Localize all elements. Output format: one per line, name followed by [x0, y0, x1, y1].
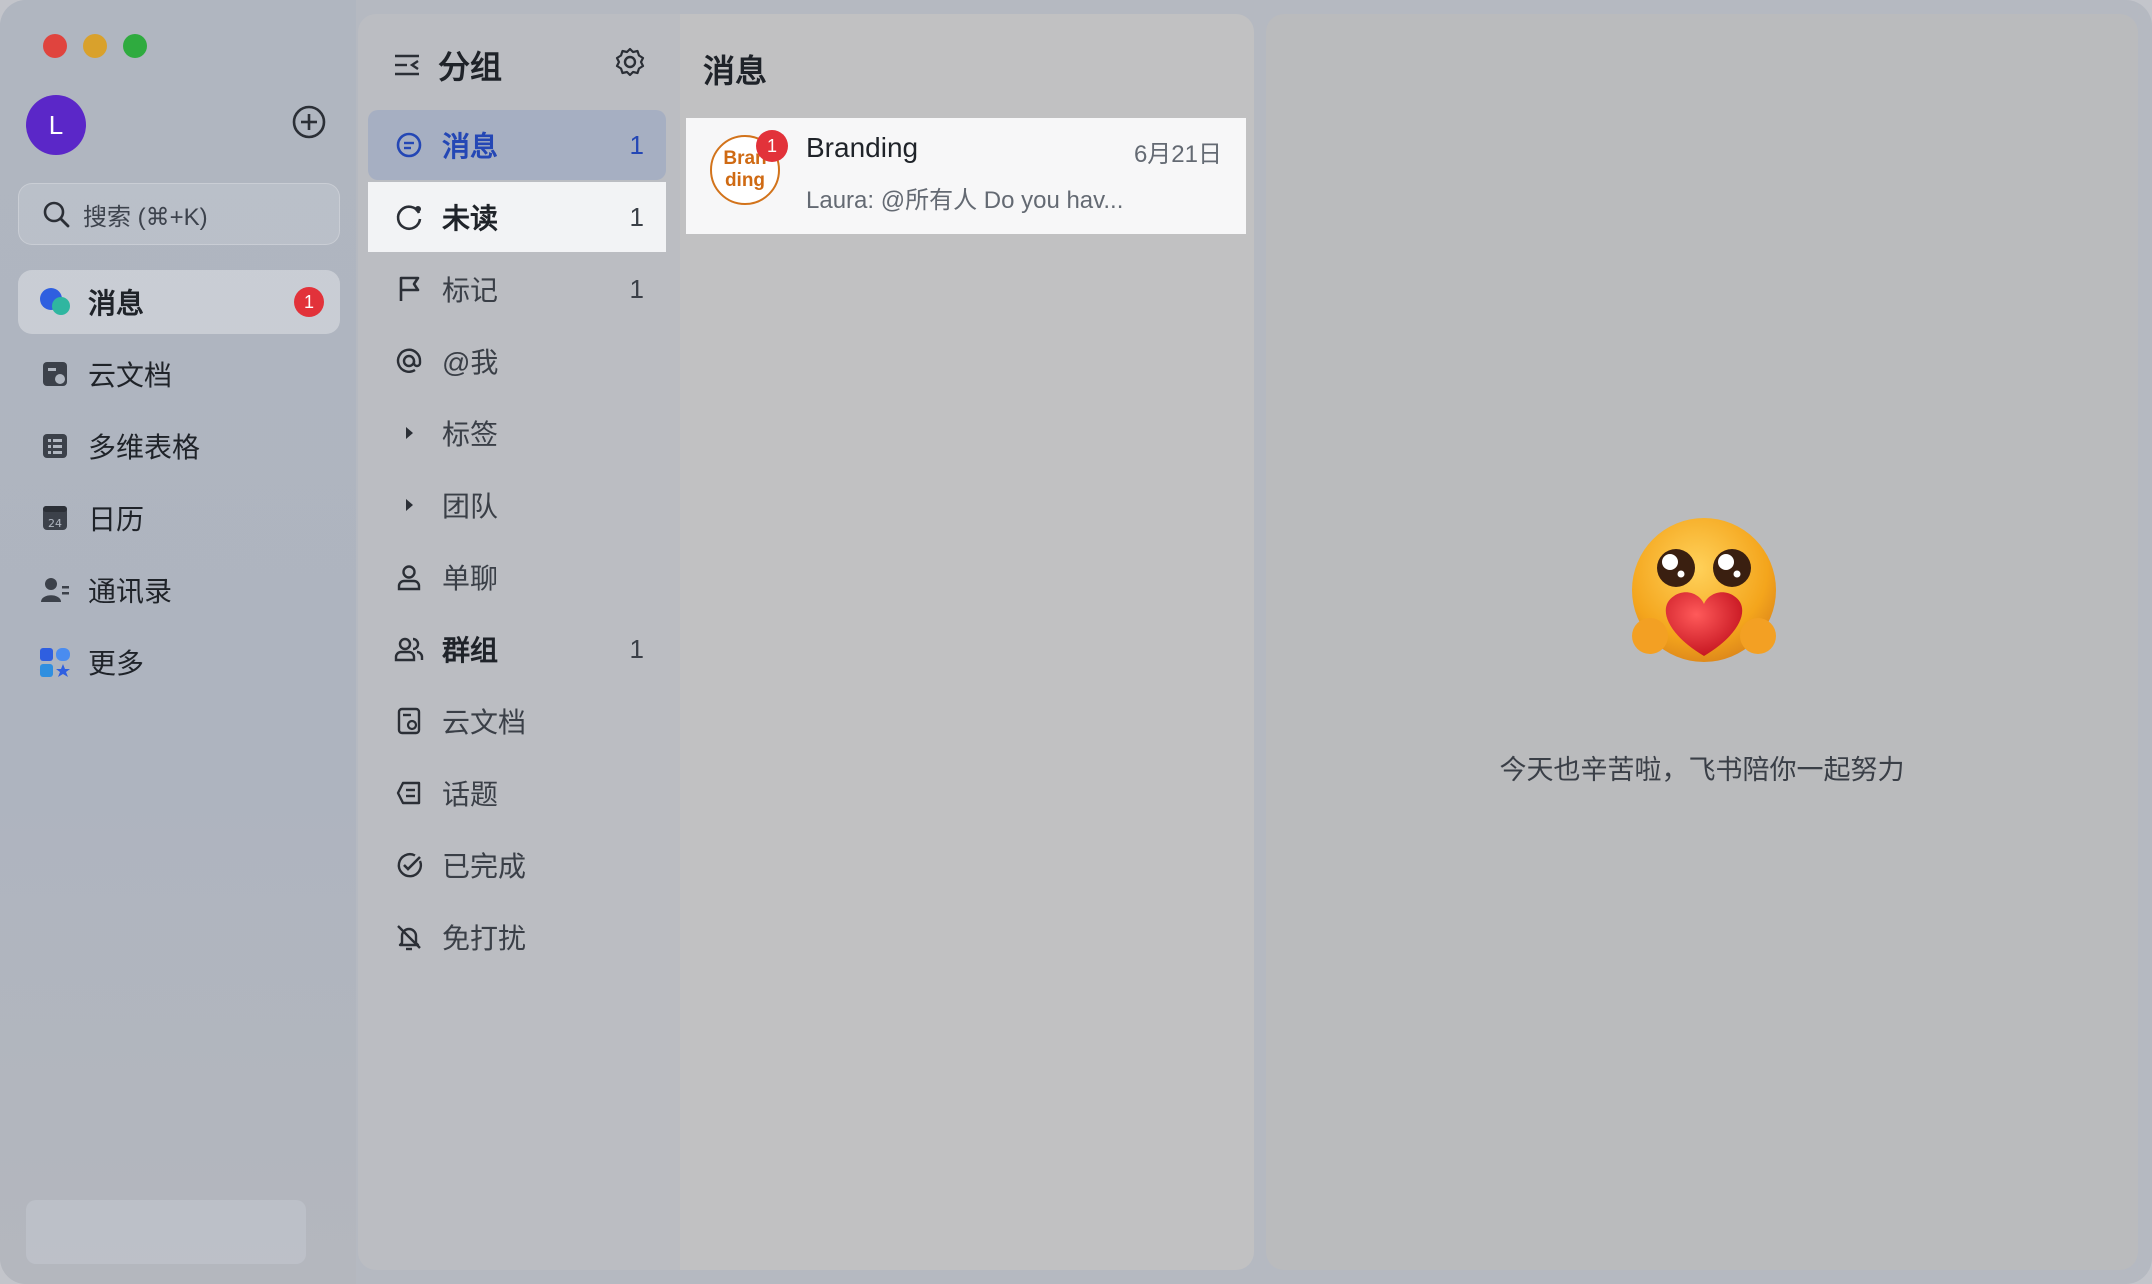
group-item-label: 群组 [442, 635, 499, 666]
group-item-count: 1 [629, 201, 644, 232]
contacts-icon [38, 573, 72, 607]
user-avatar[interactable]: L [26, 95, 86, 155]
calendar-icon: 24 [38, 501, 72, 535]
groups-panel: 分组 消息 1 未读 1 标记 1 @我 标签 团队 单聊 群组 1 云文档 话… [358, 14, 680, 1270]
group-item-label: 话题 [442, 779, 499, 810]
flag-icon [392, 272, 426, 306]
minimize-window-button[interactable] [83, 34, 107, 58]
cloud-doc-icon [38, 357, 72, 391]
group-item-flagged[interactable]: 标记 1 [368, 254, 666, 324]
group-item-mentions[interactable]: @我 [368, 326, 666, 396]
unread-badge: 1 [294, 287, 324, 317]
svg-text:24: 24 [48, 517, 62, 530]
unread-icon [392, 200, 426, 234]
person-icon [392, 560, 426, 594]
message-icon [392, 128, 426, 162]
sidebar-item-label: 日历 [88, 504, 145, 535]
done-icon [392, 848, 426, 882]
sidebar-item-base[interactable]: 多维表格 [18, 414, 340, 478]
app-window: L 搜索 (⌘+K) 消息 1 云文档 多维表格 24 日历 通讯录 更多 分组… [0, 0, 2152, 1284]
at-icon [392, 344, 426, 378]
group-item-teams[interactable]: 团队 [368, 470, 666, 540]
sidebar-item-label: 多维表格 [88, 432, 201, 463]
chat-bubbles-icon [38, 285, 72, 319]
group-item-groups[interactable]: 群组 1 [368, 614, 666, 684]
create-button[interactable] [291, 104, 327, 140]
search-placeholder: 搜索 (⌘+K) [83, 203, 208, 231]
group-item-label: 未读 [442, 203, 499, 234]
groups-header: 分组 [392, 42, 502, 88]
caret-right-icon[interactable] [392, 416, 426, 450]
chat-date: 6月21日 [1133, 141, 1222, 168]
group-item-label: 团队 [442, 491, 499, 522]
group-item-label: 已完成 [442, 851, 527, 882]
group-item-done[interactable]: 已完成 [368, 830, 666, 900]
gear-icon [615, 47, 645, 77]
sidebar-item-label: 云文档 [88, 360, 173, 391]
group-item-muted[interactable]: 免打扰 [368, 902, 666, 972]
group-item-docs[interactable]: 云文档 [368, 686, 666, 756]
avatar-text-line2: ding [724, 170, 766, 191]
group-item-label: @我 [442, 347, 499, 378]
sidebar-nav: 消息 1 云文档 多维表格 24 日历 通讯录 更多 [18, 270, 340, 702]
sidebar-item-label: 消息 [88, 288, 145, 319]
group-item-label: 单聊 [442, 563, 499, 594]
group-item-count: 1 [629, 129, 644, 160]
chat-list-item[interactable]: Bran ding 1 Branding 6月21日 Laura: @所有人 D… [686, 118, 1246, 234]
caret-right-icon[interactable] [392, 488, 426, 522]
maximize-window-button[interactable] [123, 34, 147, 58]
sidebar-item-cloud-docs[interactable]: 云文档 [18, 342, 340, 406]
chat-name: Branding [806, 132, 919, 163]
group-item-label: 免打扰 [442, 923, 527, 954]
message-list-title: 消息 [703, 53, 768, 89]
group-icon [392, 632, 426, 666]
doc-icon [392, 704, 426, 738]
group-item-unread[interactable]: 未读 1 [368, 182, 666, 252]
group-item-count: 1 [629, 273, 644, 304]
sidebar-item-calendar[interactable]: 24 日历 [18, 486, 340, 550]
group-item-count: 1 [629, 633, 644, 664]
message-list-panel: 消息 Bran ding 1 Branding 6月21日 Laura: @所有… [680, 14, 1254, 1270]
group-item-direct-chats[interactable]: 单聊 [368, 542, 666, 612]
more-apps-icon [38, 645, 72, 679]
unread-count-badge: 1 [756, 130, 788, 162]
group-item-tags[interactable]: 标签 [368, 398, 666, 468]
sidebar-item-more[interactable]: 更多 [18, 630, 340, 694]
empty-state-message: 今天也辛苦啦，飞书陪你一起努力 [1499, 755, 1905, 785]
group-item-messages[interactable]: 消息 1 [368, 110, 666, 180]
hugging-heart-emoji-icon [1632, 518, 1776, 662]
groups-list: 消息 1 未读 1 标记 1 @我 标签 团队 单聊 群组 1 云文档 话题 已… [368, 110, 666, 974]
group-settings-button[interactable] [614, 46, 646, 83]
window-controls [43, 34, 147, 58]
blurred-status-area [26, 1200, 306, 1264]
search-input[interactable]: 搜索 (⌘+K) [18, 183, 340, 245]
base-table-icon [38, 429, 72, 463]
sidebar-item-contacts[interactable]: 通讯录 [18, 558, 340, 622]
sidebar-item-label: 更多 [88, 648, 145, 679]
group-item-label: 消息 [442, 131, 499, 162]
close-window-button[interactable] [43, 34, 67, 58]
collapse-panel-icon[interactable] [392, 50, 422, 80]
left-sidebar: L 搜索 (⌘+K) 消息 1 云文档 多维表格 24 日历 通讯录 更多 [0, 0, 356, 1284]
group-item-label: 标记 [442, 275, 499, 306]
chat-preview: Laura: @所有人 Do you hav... [806, 187, 1124, 214]
plus-circle-icon [292, 105, 326, 139]
groups-title: 分组 [438, 49, 503, 85]
sidebar-item-messages[interactable]: 消息 1 [18, 270, 340, 334]
sidebar-item-label: 通讯录 [88, 576, 173, 607]
group-item-label: 云文档 [442, 707, 527, 738]
group-item-topics[interactable]: 话题 [368, 758, 666, 828]
group-item-label: 标签 [442, 419, 499, 450]
topic-icon [392, 776, 426, 810]
mute-bell-icon [392, 920, 426, 954]
search-icon [43, 201, 70, 228]
chat-detail-panel: 今天也辛苦啦，飞书陪你一起努力 [1266, 14, 2138, 1270]
